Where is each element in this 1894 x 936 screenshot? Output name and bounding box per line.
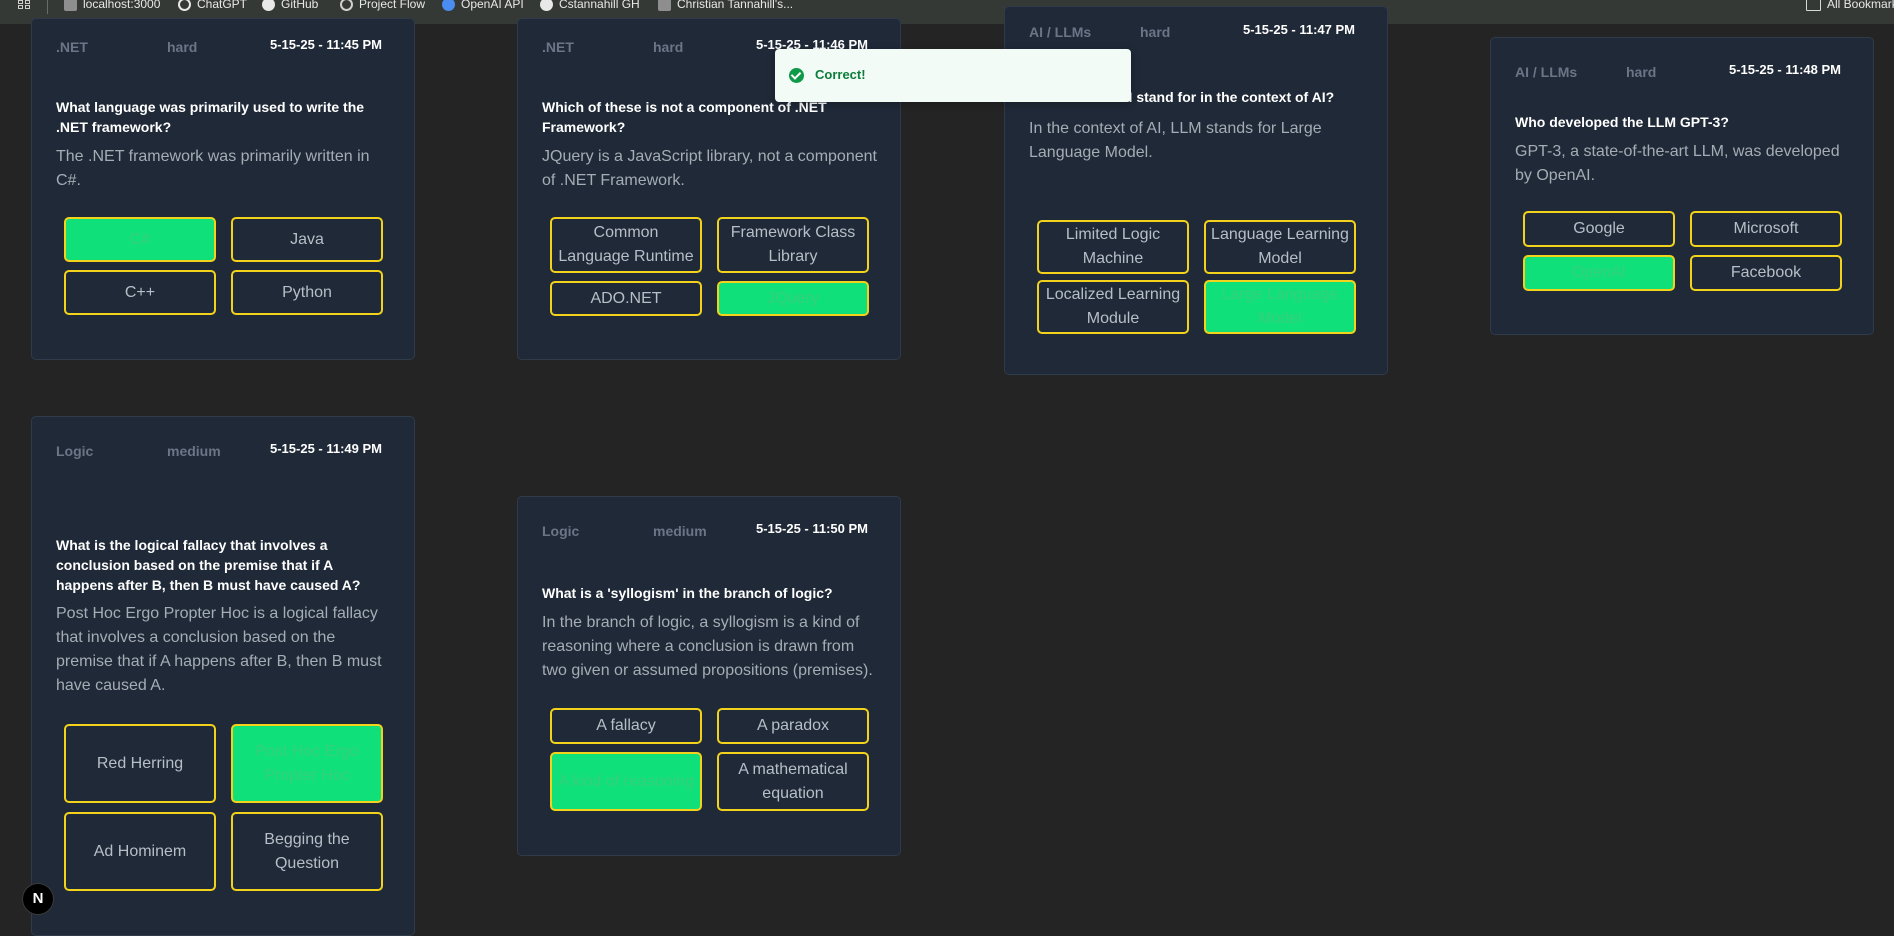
quiz-card: Logic medium 5-15-25 - 11:50 PM What is … — [517, 496, 901, 856]
question-text: What is a 'syllogism' in the branch of l… — [542, 585, 833, 601]
card-category: AI / LLMs — [1515, 64, 1578, 80]
option-button[interactable]: Limited Logic Machine — [1037, 220, 1189, 274]
openai-icon — [442, 0, 455, 12]
card-difficulty: medium — [167, 443, 221, 459]
check-circle-icon — [789, 68, 804, 83]
option-button[interactable]: ADO.NET — [550, 281, 702, 316]
option-button[interactable]: Begging the Question — [231, 812, 383, 891]
question-text: Who developed the LLM GPT-3? — [1515, 114, 1729, 130]
option-button[interactable]: Python — [231, 270, 383, 315]
github-icon — [262, 0, 275, 12]
option-button[interactable]: Facebook — [1690, 255, 1842, 291]
apps-grid-icon[interactable] — [18, 0, 33, 10]
quiz-card: AI / LLMs hard 5-15-25 - 11:48 PM Who de… — [1490, 37, 1874, 335]
all-bookmarks-button[interactable]: All Bookmarks — [1806, 0, 1894, 12]
nextjs-dev-badge[interactable]: N — [22, 883, 54, 915]
answer-text: In the branch of logic, a syllogism is a… — [542, 614, 873, 679]
bookmarks-divider — [47, 0, 48, 14]
bookmark-label: localhost:3000 — [83, 0, 161, 11]
question-text: What language was primarily used to writ… — [56, 99, 365, 135]
question-text: Which of these is not a component of .NE… — [542, 99, 827, 135]
card-date: 5-15-25 - 11:48 PM — [1728, 62, 1841, 77]
answer-text: The .NET framework was primarily written… — [56, 148, 370, 189]
option-button[interactable]: Common Language Runtime — [550, 217, 702, 273]
card-category: Logic — [56, 443, 94, 459]
bookmark-label: Project Flow — [359, 0, 426, 11]
option-button[interactable]: Ad Hominem — [64, 812, 216, 891]
answer-text: GPT-3, a state-of-the-art LLM, was devel… — [1515, 143, 1840, 184]
card-difficulty: hard — [1140, 24, 1171, 40]
github-icon — [540, 0, 553, 12]
globe-icon — [340, 0, 353, 12]
option-button[interactable]: Language Learning Model — [1204, 220, 1356, 274]
option-button[interactable]: JQuery — [717, 281, 869, 316]
bookmark-label: Christian Tannahill's... — [677, 0, 794, 11]
answer-text: In the context of AI, LLM stands for Lar… — [1029, 120, 1322, 161]
success-toast[interactable]: Correct! — [775, 49, 1131, 102]
bookmark-openai-api[interactable]: OpenAI API — [442, 0, 524, 12]
card-date: 5-15-25 - 11:50 PM — [755, 521, 868, 536]
option-button[interactable]: Large Language Model — [1204, 280, 1356, 334]
option-button[interactable]: Framework Class Library — [717, 217, 869, 273]
option-button[interactable]: Post Hoc Ergo Propter Hoc — [231, 724, 383, 803]
option-button[interactable]: OpenAI — [1523, 255, 1675, 291]
option-button[interactable]: A kind of reasoning — [550, 752, 702, 811]
option-button[interactable]: A paradox — [717, 708, 869, 744]
toast-message: Correct! — [815, 67, 866, 82]
option-button[interactable]: Microsoft — [1690, 211, 1842, 247]
card-category: .NET — [56, 39, 88, 55]
page-icon — [64, 0, 77, 12]
option-button[interactable]: Java — [231, 217, 383, 262]
option-button[interactable]: A fallacy — [550, 708, 702, 744]
card-difficulty: hard — [1626, 64, 1657, 80]
card-category: Logic — [542, 523, 580, 539]
bookmark-localhost[interactable]: localhost:3000 — [64, 0, 160, 12]
card-date: 5-15-25 - 11:47 PM — [1242, 22, 1355, 37]
folder-icon — [1806, 0, 1821, 11]
page-icon — [658, 0, 671, 12]
bookmark-label: GitHub — [281, 0, 319, 11]
bookmark-project-flow[interactable]: Project Flow — [340, 0, 425, 12]
option-button[interactable]: A mathematical equation — [717, 752, 869, 811]
bookmark-label: ChatGPT — [197, 0, 248, 11]
card-difficulty: hard — [653, 39, 684, 55]
bookmark-label: OpenAI API — [461, 0, 524, 11]
card-difficulty: hard — [167, 39, 198, 55]
card-category: .NET — [542, 39, 574, 55]
question-text: What is the logical fallacy that involve… — [56, 537, 361, 593]
card-difficulty: medium — [653, 523, 707, 539]
option-button[interactable]: C# — [64, 217, 216, 262]
option-button[interactable]: Red Herring — [64, 724, 216, 803]
quiz-card: .NET hard 5-15-25 - 11:45 PM What langua… — [31, 18, 415, 360]
chatgpt-icon — [178, 0, 191, 12]
bookmark-chatgpt[interactable]: ChatGPT — [178, 0, 247, 12]
card-date: 5-15-25 - 11:49 PM — [269, 441, 382, 456]
bookmark-christian-tannahill[interactable]: Christian Tannahill's... — [658, 0, 793, 12]
card-date: 5-15-25 - 11:45 PM — [269, 37, 382, 52]
bookmark-cstannahill-gh[interactable]: Cstannahill GH — [540, 0, 640, 12]
bookmark-github[interactable]: GitHub — [262, 0, 318, 12]
card-category: AI / LLMs — [1029, 24, 1092, 40]
option-button[interactable]: Localized Learning Module — [1037, 280, 1189, 334]
option-button[interactable]: Google — [1523, 211, 1675, 247]
answer-text: Post Hoc Ergo Propter Hoc is a logical f… — [56, 605, 382, 694]
option-button[interactable]: C++ — [64, 270, 216, 315]
quiz-card: Logic medium 5-15-25 - 11:49 PM What is … — [31, 416, 415, 936]
all-bookmarks-label: All Bookmarks — [1827, 0, 1894, 11]
bookmark-label: Cstannahill GH — [559, 0, 640, 11]
answer-text: JQuery is a JavaScript library, not a co… — [542, 148, 877, 189]
